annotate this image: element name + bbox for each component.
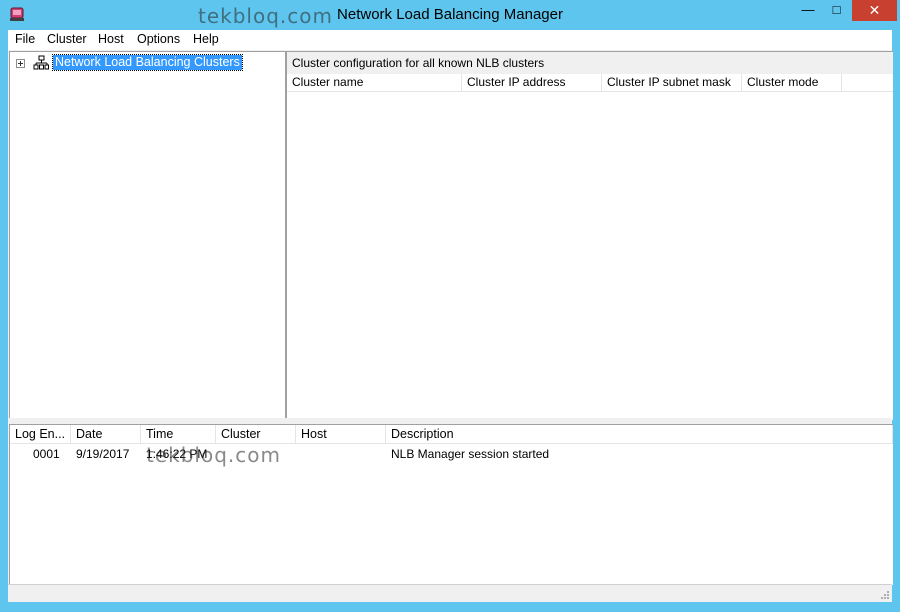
column-cluster-name[interactable]: Cluster name — [287, 74, 462, 91]
menu-file[interactable]: File — [15, 32, 35, 46]
column-cluster-ip[interactable]: Cluster IP address — [462, 74, 602, 91]
column-subnet-mask[interactable]: Cluster IP subnet mask — [602, 74, 742, 91]
menu-help[interactable]: Help — [193, 32, 219, 46]
cluster-list-pane: Cluster configuration for all known NLB … — [285, 51, 893, 420]
maximize-button[interactable]: □ — [822, 0, 851, 21]
menu-host[interactable]: Host — [98, 32, 124, 46]
plus-box-icon[interactable] — [16, 59, 25, 68]
status-bar — [8, 584, 892, 602]
cluster-list-caption: Cluster configuration for all known NLB … — [287, 52, 893, 74]
window-title: Network Load Balancing Manager — [337, 6, 563, 23]
minimize-button[interactable]: — — [795, 0, 821, 21]
title-bar[interactable]: Network Load Balancing Manager tekbloq.c… — [0, 0, 900, 30]
menu-bar: File Cluster Host Options Help — [8, 30, 892, 50]
column-time[interactable]: Time — [141, 425, 216, 443]
client-area: Network Load Balancing Clusters Cluster … — [8, 50, 893, 602]
log-pane: Log En... Date Time Cluster Host Descrip… — [9, 424, 893, 585]
menu-cluster[interactable]: Cluster — [47, 32, 87, 46]
tree-root-label[interactable]: Network Load Balancing Clusters — [52, 54, 243, 71]
nlb-manager-window: Network Load Balancing Manager tekbloq.c… — [0, 0, 900, 612]
column-date[interactable]: Date — [71, 425, 141, 443]
cluster-list-header: Cluster name Cluster IP address Cluster … — [287, 74, 893, 92]
log-entry-number: 0001 — [33, 447, 60, 461]
log-description: NLB Manager session started — [391, 447, 550, 461]
column-host[interactable]: Host — [296, 425, 386, 443]
menu-options[interactable]: Options — [137, 32, 180, 46]
column-cluster[interactable]: Cluster — [216, 425, 296, 443]
network-clusters-icon — [33, 55, 49, 70]
column-log-entry[interactable]: Log En... — [10, 425, 71, 443]
column-description[interactable]: Description — [386, 425, 893, 443]
log-row[interactable]: 0001 9/19/2017 1:46:22 PM NLB Manager se… — [10, 445, 893, 463]
column-cluster-mode[interactable]: Cluster mode — [742, 74, 842, 91]
log-date: 9/19/2017 — [76, 447, 130, 461]
close-button[interactable]: ✕ — [852, 0, 897, 21]
watermark-text-lower: tekbloq.com — [146, 443, 281, 467]
resize-grip-icon[interactable] — [880, 590, 890, 600]
watermark-text: tekbloq.com — [198, 4, 333, 28]
cluster-tree-pane[interactable]: Network Load Balancing Clusters — [9, 51, 286, 419]
log-header: Log En... Date Time Cluster Host Descrip… — [10, 425, 893, 444]
